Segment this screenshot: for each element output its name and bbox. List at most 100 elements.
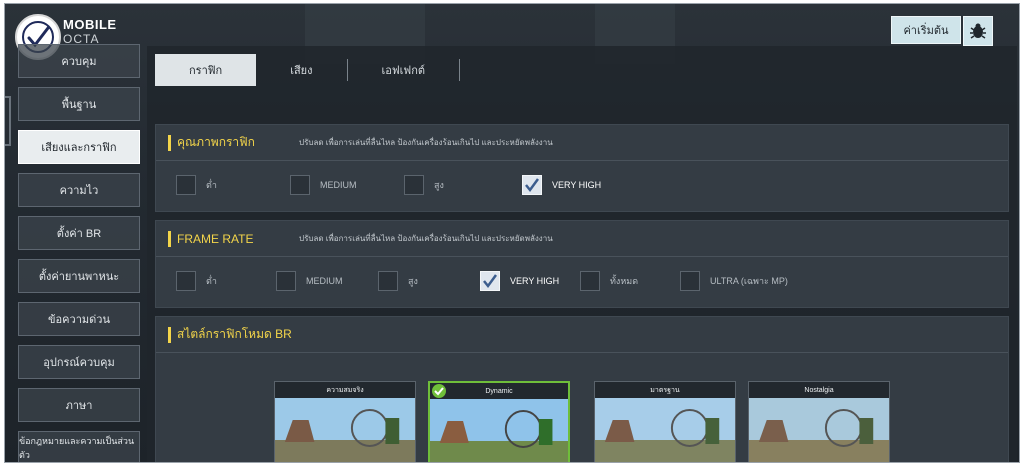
- tab-effects[interactable]: เอฟเฟกต์: [348, 54, 460, 86]
- option-label: MEDIUM: [320, 180, 357, 190]
- section-header: สไตล์กราฟิกโหมด BR: [156, 317, 1008, 353]
- sidebar-item-label: ตั้งค่า BR: [56, 228, 102, 240]
- frame-rate-options: ต่ำ MEDIUM สูง VERY HIGH ทั้งหมด ULTRA (…: [156, 257, 1008, 307]
- checkbox[interactable]: [290, 175, 310, 195]
- section-header: FRAME RATE ปรับลด เพื่อการเล่นที่ลื่นไหล…: [156, 221, 1008, 257]
- style-card-realistic[interactable]: ความสมจริง: [274, 381, 416, 462]
- logo-brand: MOBILE: [63, 17, 117, 32]
- sidebar-item-label: ข้อความด่วน: [48, 314, 110, 326]
- tab-bar: กราฟิก เสียง เอฟเฟกต์: [155, 54, 461, 86]
- tab-divider: [459, 59, 461, 81]
- style-preview-image: [595, 398, 735, 462]
- graphics-option-very-high[interactable]: VERY HIGH: [522, 175, 601, 195]
- option-label: ทั้งหมด: [610, 276, 639, 286]
- section-title: FRAME RATE: [177, 231, 254, 246]
- sidebar-edge-marker: [5, 96, 11, 146]
- sidebar-item-sensitivity[interactable]: ความไว: [18, 173, 140, 207]
- style-card-standard[interactable]: มาตรฐาน: [594, 381, 736, 462]
- checkbox-checked[interactable]: [480, 271, 500, 291]
- sidebar-item-label: ภาษา: [65, 400, 93, 412]
- section-accent-bar: [168, 230, 171, 247]
- fps-option-medium[interactable]: MEDIUM: [276, 271, 343, 291]
- graphics-quality-options: ต่ำ MEDIUM สูง VERY HIGH: [156, 161, 1008, 211]
- option-label: ต่ำ: [206, 180, 217, 190]
- style-preview-image: [275, 398, 415, 462]
- card-title: Nostalgia: [749, 382, 889, 398]
- checkbox[interactable]: [378, 271, 398, 291]
- section-title: สไตล์กราฟิกโหมด BR: [177, 327, 292, 341]
- tab-label: เสียง: [290, 65, 313, 77]
- style-preview-image: [749, 398, 889, 462]
- checkmark-icon: [525, 178, 540, 193]
- checkmark-icon: [483, 274, 498, 289]
- sidebar-item-label: เสียงและกราฟิก: [41, 142, 117, 154]
- tab-label: กราฟิก: [189, 65, 223, 77]
- sidebar-item-label: ความไว: [59, 185, 99, 197]
- option-label: MEDIUM: [306, 276, 343, 286]
- sidebar-item-label: ตั้งค่ายานพาหนะ: [38, 271, 120, 283]
- sidebar-item-label: ข้อกฎหมายและความเป็นส่วนตัว: [19, 436, 135, 460]
- frame-rate-section: FRAME RATE ปรับลด เพื่อการเล่นที่ลื่นไหล…: [155, 220, 1009, 308]
- sidebar-item-quick-messages[interactable]: ข้อความด่วน: [18, 302, 140, 336]
- graphics-option-high[interactable]: สูง: [404, 175, 444, 195]
- checkbox[interactable]: [276, 271, 296, 291]
- tab-sound[interactable]: เสียง: [256, 54, 346, 86]
- card-title: มาตรฐาน: [595, 382, 735, 398]
- logo-text: MOBILE OCTA: [63, 17, 117, 47]
- fps-option-low[interactable]: ต่ำ: [176, 271, 217, 291]
- sidebar-item-controls[interactable]: ควบคุม: [18, 44, 140, 78]
- settings-panel: กราฟิก เสียง เอฟเฟกต์ คุณภาพกราฟิก ปรับล…: [147, 46, 1017, 462]
- section-subtitle: ปรับลด เพื่อการเล่นที่ลื่นไหล ป้องกันเคร…: [299, 234, 553, 243]
- section-accent-bar: [168, 326, 171, 343]
- checkbox[interactable]: [176, 175, 196, 195]
- style-preview-image: [430, 399, 568, 462]
- sidebar-item-language[interactable]: ภาษา: [18, 388, 140, 422]
- sidebar-item-label: พื้นฐาน: [61, 99, 97, 111]
- tab-graphics[interactable]: กราฟิก: [155, 54, 257, 86]
- reset-defaults-button[interactable]: ค่าเริ่มต้น: [891, 16, 961, 44]
- style-card-list: ความสมจริง Dynamic มาตรฐาน Nostalgia: [156, 373, 1010, 462]
- option-label: สูง: [408, 276, 418, 286]
- graphics-option-medium[interactable]: MEDIUM: [290, 175, 357, 195]
- sidebar-item-controller[interactable]: อุปกรณ์ควบคุม: [18, 345, 140, 379]
- sidebar-item-vehicle-settings[interactable]: ตั้งค่ายานพาหนะ: [18, 259, 140, 293]
- sidebar-item-legal-privacy[interactable]: ข้อกฎหมายและความเป็นส่วนตัว: [18, 431, 140, 462]
- checkbox[interactable]: [580, 271, 600, 291]
- fps-option-very-high[interactable]: VERY HIGH: [480, 271, 559, 291]
- selected-check-icon: [432, 384, 446, 398]
- section-title: คุณภาพกราฟิก: [177, 135, 255, 149]
- section-subtitle: ปรับลด เพื่อการเล่นที่ลื่นไหล ป้องกันเคร…: [299, 138, 553, 147]
- section-accent-bar: [168, 134, 171, 151]
- checkbox[interactable]: [680, 271, 700, 291]
- checkbox[interactable]: [404, 175, 424, 195]
- graphics-option-low[interactable]: ต่ำ: [176, 175, 217, 195]
- graphics-quality-section: คุณภาพกราฟิก ปรับลด เพื่อการเล่นที่ลื่นไ…: [155, 124, 1009, 212]
- bug-icon: [970, 23, 986, 39]
- fps-option-high[interactable]: สูง: [378, 271, 418, 291]
- br-graphics-style-section: สไตล์กราฟิกโหมด BR ความสมจริง Dynamic มา…: [155, 316, 1010, 462]
- tab-label: เอฟเฟกต์: [381, 65, 426, 77]
- checkbox[interactable]: [176, 271, 196, 291]
- option-label: VERY HIGH: [552, 180, 602, 190]
- card-title: ความสมจริง: [275, 382, 415, 398]
- sidebar-item-basic[interactable]: พื้นฐาน: [18, 87, 140, 121]
- sidebar: ควบคุม พื้นฐาน เสียงและกราฟิก ความไว ตั้…: [18, 44, 140, 462]
- section-header: คุณภาพกราฟิก ปรับลด เพื่อการเล่นที่ลื่นไ…: [156, 125, 1008, 161]
- sidebar-item-label: อุปกรณ์ควบคุม: [43, 357, 115, 369]
- style-card-dynamic[interactable]: Dynamic: [428, 381, 570, 462]
- sidebar-item-label: ควบคุม: [61, 56, 97, 68]
- reset-label: ค่าเริ่มต้น: [903, 25, 949, 37]
- game-settings-screen: MOBILE OCTA ควบคุม พื้นฐาน เสียงและกราฟิ…: [4, 3, 1020, 463]
- style-card-nostalgia[interactable]: Nostalgia: [748, 381, 890, 462]
- option-label: VERY HIGH: [510, 276, 560, 286]
- bug-report-button[interactable]: [963, 16, 993, 46]
- fps-option-all[interactable]: ทั้งหมด: [580, 271, 638, 291]
- option-label: ต่ำ: [206, 276, 217, 286]
- checkbox-checked[interactable]: [522, 175, 542, 195]
- option-label: ULTRA (เฉพาะ MP): [710, 276, 788, 286]
- sidebar-item-audio-graphics[interactable]: เสียงและกราฟิก: [18, 130, 140, 164]
- option-label: สูง: [434, 180, 444, 190]
- card-title: Dynamic: [430, 383, 568, 399]
- sidebar-item-br-settings[interactable]: ตั้งค่า BR: [18, 216, 140, 250]
- fps-option-ultra[interactable]: ULTRA (เฉพาะ MP): [680, 271, 788, 291]
